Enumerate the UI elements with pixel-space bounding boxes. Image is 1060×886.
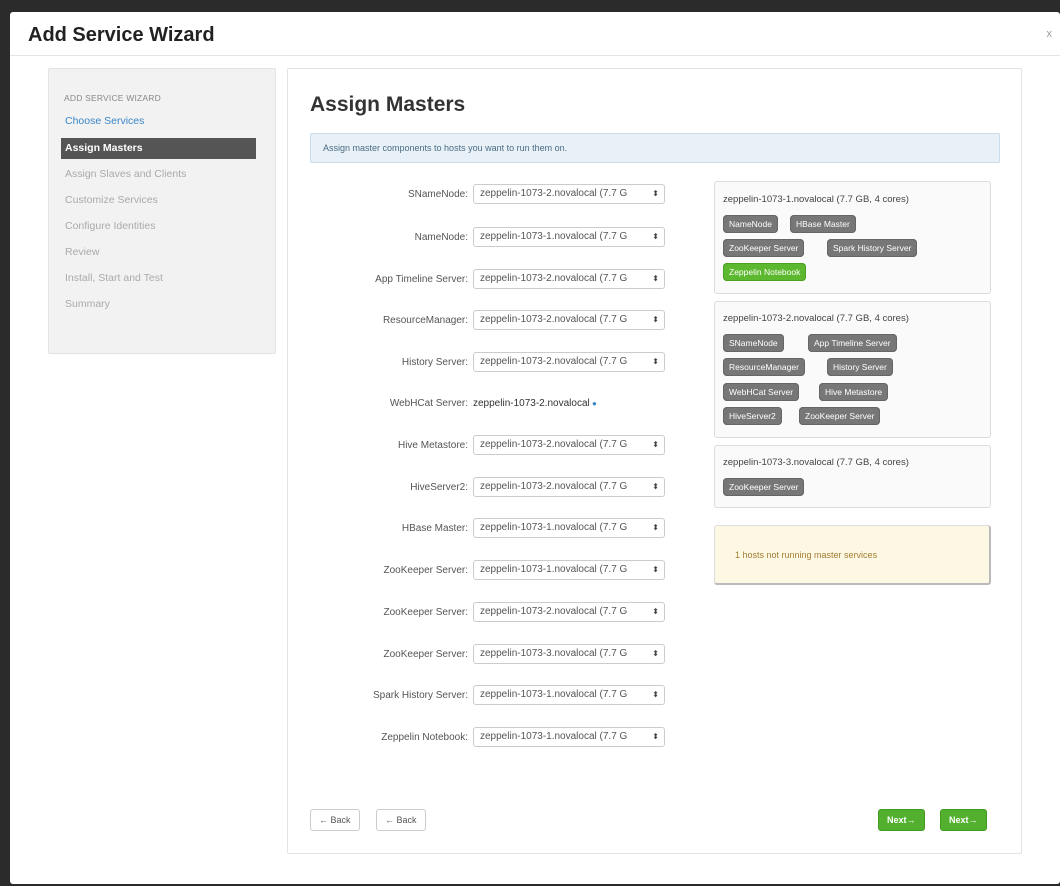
sidebar-item-choose-services[interactable]: Choose Services <box>61 111 256 132</box>
sidebar-heading: ADD SERVICE WIZARD <box>64 93 161 103</box>
host-select-value: zeppelin-1073-2.novalocal (7.7 G <box>480 273 628 284</box>
next-button[interactable]: Next→ <box>878 809 925 831</box>
back-button-secondary[interactable]: ← Back <box>376 809 426 831</box>
host-card-zeppelin-2: zeppelin-1073-2.novalocal (7.7 GB, 4 cor… <box>714 301 991 438</box>
select-arrows-icon: ⬍ <box>652 440 659 449</box>
next-button-secondary[interactable]: Next→ <box>940 809 987 831</box>
select-arrows-icon: ⬍ <box>652 565 659 574</box>
select-arrows-icon: ⬍ <box>652 649 659 658</box>
field-label-app-timeline-server: App Timeline Server: <box>375 274 468 285</box>
component-badge: SNameNode <box>723 334 784 352</box>
select-arrows-icon: ⬍ <box>652 189 659 198</box>
select-arrows-icon: ⬍ <box>652 274 659 283</box>
close-icon[interactable]: x <box>1047 28 1053 40</box>
host-select-zookeeper-server-1[interactable]: zeppelin-1073-1.novalocal (7.7 G ⬍ <box>473 560 665 580</box>
host-select-value: zeppelin-1073-1.novalocal (7.7 G <box>480 564 628 575</box>
field-label-snamenode: SNameNode: <box>407 189 468 200</box>
field-label-hive-metastore: Hive Metastore: <box>397 440 468 451</box>
window-title: Add Service Wizard <box>28 24 215 46</box>
sidebar-item-customize-services: Customize Services <box>65 194 158 206</box>
component-badge: NameNode <box>723 215 778 233</box>
host-select-value: zeppelin-1073-2.novalocal (7.7 G <box>480 188 628 199</box>
host-select-value: zeppelin-1073-1.novalocal (7.7 G <box>480 231 628 242</box>
host-card-zeppelin-3: zeppelin-1073-3.novalocal (7.7 GB, 4 cor… <box>714 445 991 508</box>
component-badge: ZooKeeper Server <box>723 478 805 496</box>
select-arrows-icon: ⬍ <box>652 607 659 616</box>
field-label-zookeeper-server-1: ZooKeeper Server: <box>383 565 469 576</box>
host-select-value: zeppelin-1073-1.novalocal (7.7 G <box>480 731 628 742</box>
assign-masters-panel: Assign Masters Assign master components … <box>287 68 1022 854</box>
host-select-history-server[interactable]: zeppelin-1073-2.novalocal (7.7 G ⬍ <box>473 352 665 372</box>
field-label-zeppelin-notebook: Zeppelin Notebook: <box>381 732 468 743</box>
host-select-namenode[interactable]: zeppelin-1073-1.novalocal (7.7 G ⬍ <box>473 227 665 247</box>
unassigned-hosts-warning: 1 hosts not running master services <box>714 525 991 585</box>
component-badge: WebHCat Server <box>723 383 800 401</box>
host-select-value: zeppelin-1073-2.novalocal (7.7 G <box>480 481 628 492</box>
component-badge: HiveServer2 <box>723 407 782 425</box>
page-title: Assign Masters <box>310 93 466 116</box>
host-select-value: zeppelin-1073-2.novalocal (7.7 G <box>480 606 628 617</box>
webhcat-server-host: zeppelin-1073-2.novalocal ● <box>473 398 597 409</box>
component-badge: HBase Master <box>790 215 856 233</box>
select-arrows-icon: ⬍ <box>652 690 659 699</box>
webhcat-host-text: zeppelin-1073-2.novalocal <box>473 398 590 409</box>
dot-icon: ● <box>589 399 597 408</box>
host-card-title: zeppelin-1073-2.novalocal (7.7 GB, 4 cor… <box>723 313 909 324</box>
select-arrows-icon: ⬍ <box>652 482 659 491</box>
field-label-spark-history-server: Spark History Server: <box>372 690 468 701</box>
host-select-value: zeppelin-1073-3.novalocal (7.7 G <box>480 648 628 659</box>
field-label-zookeeper-server-3: ZooKeeper Server: <box>383 649 469 660</box>
window-header: Add Service Wizard x <box>10 12 1060 56</box>
host-select-value: zeppelin-1073-2.novalocal (7.7 G <box>480 314 628 325</box>
host-select-resourcemanager[interactable]: zeppelin-1073-2.novalocal (7.7 G ⬍ <box>473 310 665 330</box>
host-select-zeppelin-notebook[interactable]: zeppelin-1073-1.novalocal (7.7 G ⬍ <box>473 727 665 747</box>
component-badge: ZooKeeper Server <box>799 407 881 425</box>
host-select-value: zeppelin-1073-2.novalocal (7.7 G <box>480 439 628 450</box>
component-badge: ResourceManager <box>723 358 805 376</box>
field-label-hiveserver2: HiveServer2: <box>410 482 468 493</box>
component-badge: ZooKeeper Server <box>723 239 805 257</box>
select-arrows-icon: ⬍ <box>652 732 659 741</box>
info-alert: Assign master components to hosts you wa… <box>310 133 1000 163</box>
component-badge: Hive Metastore <box>819 383 889 401</box>
component-badge: Spark History Server <box>827 239 918 257</box>
host-select-hbase-master[interactable]: zeppelin-1073-1.novalocal (7.7 G ⬍ <box>473 518 665 538</box>
sidebar-item-configure-identities: Configure Identities <box>65 220 156 232</box>
component-badge-new: Zeppelin Notebook <box>723 263 807 281</box>
sidebar-item-review: Review <box>65 246 100 258</box>
component-badge: App Timeline Server <box>808 334 897 352</box>
field-label-namenode: NameNode: <box>414 232 468 243</box>
host-card-title: zeppelin-1073-1.novalocal (7.7 GB, 4 cor… <box>723 194 909 205</box>
host-select-hive-metastore[interactable]: zeppelin-1073-2.novalocal (7.7 G ⬍ <box>473 435 665 455</box>
sidebar-item-assign-masters[interactable]: Assign Masters <box>61 138 256 159</box>
field-label-history-server: History Server: <box>401 357 468 368</box>
host-select-spark-history-server[interactable]: zeppelin-1073-1.novalocal (7.7 G ⬍ <box>473 685 665 705</box>
wizard-steps-sidebar: ADD SERVICE WIZARD Choose Services Assig… <box>48 68 276 354</box>
field-label-resourcemanager: ResourceManager: <box>382 315 468 326</box>
select-arrows-icon: ⬍ <box>652 315 659 324</box>
component-badge: History Server <box>827 358 893 376</box>
back-button[interactable]: ← Back <box>310 809 360 831</box>
host-select-value: zeppelin-1073-1.novalocal (7.7 G <box>480 522 628 533</box>
sidebar-item-install-start-test: Install, Start and Test <box>65 272 163 284</box>
host-select-hiveserver2[interactable]: zeppelin-1073-2.novalocal (7.7 G ⬍ <box>473 477 665 497</box>
select-arrows-icon: ⬍ <box>652 232 659 241</box>
host-select-zookeeper-server-2[interactable]: zeppelin-1073-2.novalocal (7.7 G ⬍ <box>473 602 665 622</box>
select-arrows-icon: ⬍ <box>652 523 659 532</box>
sidebar-item-assign-slaves-clients: Assign Slaves and Clients <box>65 168 187 180</box>
field-label-webhcat-server: WebHCat Server: <box>389 398 468 409</box>
host-select-value: zeppelin-1073-1.novalocal (7.7 G <box>480 689 628 700</box>
wizard-window: Add Service Wizard x ADD SERVICE WIZARD … <box>10 12 1060 884</box>
sidebar-item-summary: Summary <box>65 298 110 310</box>
host-card-title: zeppelin-1073-3.novalocal (7.7 GB, 4 cor… <box>723 457 909 468</box>
host-select-app-timeline-server[interactable]: zeppelin-1073-2.novalocal (7.7 G ⬍ <box>473 269 665 289</box>
host-select-snamenode[interactable]: zeppelin-1073-2.novalocal (7.7 G ⬍ <box>473 184 665 204</box>
host-select-value: zeppelin-1073-2.novalocal (7.7 G <box>480 356 628 367</box>
field-label-hbase-master: HBase Master: <box>401 523 468 534</box>
select-arrows-icon: ⬍ <box>652 357 659 366</box>
field-label-zookeeper-server-2: ZooKeeper Server: <box>383 607 469 618</box>
host-select-zookeeper-server-3[interactable]: zeppelin-1073-3.novalocal (7.7 G ⬍ <box>473 644 665 664</box>
host-card-zeppelin-1: zeppelin-1073-1.novalocal (7.7 GB, 4 cor… <box>714 181 991 294</box>
